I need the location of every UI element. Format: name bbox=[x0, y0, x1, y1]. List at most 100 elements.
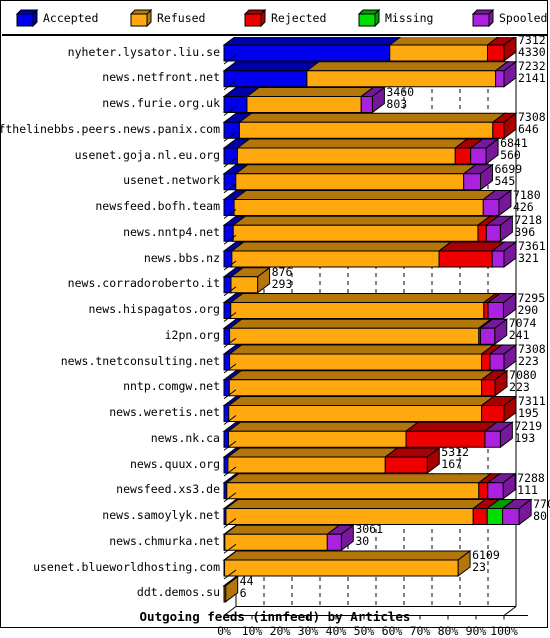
bar-segment-top bbox=[232, 190, 497, 200]
bar-segment-top bbox=[230, 241, 453, 252]
bar-value-secondary: 195 bbox=[518, 405, 539, 420]
bar-value-secondary: 426 bbox=[512, 199, 534, 214]
bar-segment-top bbox=[234, 164, 478, 175]
bar-row bbox=[222, 447, 441, 474]
bar-segment-refused bbox=[224, 533, 328, 551]
bar-segment-refused bbox=[229, 327, 480, 345]
bar-row bbox=[222, 112, 518, 140]
bar-row bbox=[222, 215, 514, 243]
bar-segment-top bbox=[305, 61, 510, 72]
bar-segment-spooled bbox=[485, 224, 501, 242]
bar-segment-spooled bbox=[487, 482, 504, 500]
bar-segment-top bbox=[224, 499, 487, 509]
bar-segment-rejected bbox=[483, 302, 489, 319]
chart-legend: Accepted Refused Rejected Missing Spooled bbox=[2, 2, 548, 36]
bar-value-secondary: 321 bbox=[518, 251, 539, 265]
bar-row bbox=[222, 472, 517, 500]
bar-segment-refused bbox=[228, 379, 483, 397]
bar-value-secondary: 646 bbox=[518, 122, 539, 137]
bar-value-secondary: 23 bbox=[472, 560, 486, 574]
bar-row bbox=[222, 86, 386, 114]
legend-label: Rejected bbox=[271, 11, 327, 25]
bar-segment-top bbox=[228, 344, 496, 355]
bar-segment-refused bbox=[232, 224, 479, 242]
bar-segment-top bbox=[227, 370, 496, 381]
bar-row bbox=[222, 395, 518, 423]
bar-segment-rejected bbox=[438, 250, 493, 268]
bar-segment-rejected bbox=[477, 224, 487, 242]
bar-segment-top bbox=[231, 215, 492, 226]
legend-label: Missing bbox=[385, 11, 434, 25]
bar-segment-accepted bbox=[223, 276, 232, 294]
chart-frame: Accepted Refused Rejected Missing Spooled ny… bbox=[0, 0, 550, 638]
bar-segment-missing bbox=[486, 508, 504, 525]
bar-segment-spooled bbox=[487, 302, 504, 319]
bar-row bbox=[222, 189, 513, 217]
bar-segment-top bbox=[225, 473, 493, 484]
bar-value-secondary: 2141 bbox=[518, 70, 546, 85]
bar-segment-accepted bbox=[223, 379, 230, 397]
bar-segment-top bbox=[222, 61, 321, 72]
bar-value-secondary: 4330 bbox=[518, 45, 546, 59]
bar-row bbox=[222, 241, 518, 268]
bar-segment-rejected bbox=[486, 44, 505, 62]
bar-segment-refused bbox=[226, 482, 480, 500]
bar-value-secondary: 223 bbox=[518, 354, 539, 368]
bar-segment-top bbox=[235, 138, 469, 149]
bar-value-secondary: 80 bbox=[533, 508, 547, 523]
legend-label: Refused bbox=[157, 11, 206, 25]
bar-row bbox=[222, 369, 509, 397]
cube-icon bbox=[472, 8, 494, 28]
bar-segment-refused bbox=[230, 276, 259, 294]
bar-segment-accepted bbox=[223, 430, 229, 448]
bar-value-secondary: 6 bbox=[239, 585, 247, 600]
bar-segment-rejected bbox=[481, 379, 496, 397]
bar-segment-spooled bbox=[463, 173, 481, 191]
bar-value-secondary: 30 bbox=[355, 534, 370, 549]
bar-segment-top bbox=[404, 421, 499, 432]
bar-segment-top bbox=[228, 318, 493, 329]
bar-segment-accepted bbox=[223, 96, 248, 113]
bar-segment-refused bbox=[224, 559, 459, 577]
bar-segment-accepted bbox=[223, 327, 231, 345]
bar-value-secondary: 290 bbox=[517, 302, 539, 317]
bar-segment-spooled bbox=[479, 327, 496, 345]
bar-segment-top bbox=[227, 396, 496, 406]
bar-segment-top bbox=[226, 447, 399, 458]
bar-row bbox=[222, 318, 509, 346]
x-axis-tick-label: 100% bbox=[490, 623, 518, 638]
bar-segment-rejected bbox=[481, 405, 505, 422]
bar-segment-refused bbox=[230, 302, 485, 319]
bar-value-secondary: 396 bbox=[514, 225, 536, 240]
bar-segment-spooled bbox=[502, 508, 520, 525]
bar-row bbox=[222, 344, 518, 371]
bar-segment-accepted bbox=[223, 405, 230, 422]
bar-segment-spooled bbox=[484, 430, 501, 448]
bar-value-secondary: 545 bbox=[494, 173, 516, 188]
bar-row bbox=[222, 60, 518, 88]
bar-row bbox=[222, 37, 517, 62]
legend-item-rejected: Rejected bbox=[244, 8, 326, 28]
bar-segment-spooled bbox=[360, 96, 373, 113]
bar-value-secondary: 293 bbox=[271, 276, 293, 291]
cube-icon bbox=[130, 8, 152, 28]
bar-segment-refused bbox=[246, 96, 362, 113]
bar-segment-spooled bbox=[491, 250, 505, 268]
bar-value-secondary: 241 bbox=[508, 328, 530, 343]
bar-row bbox=[222, 498, 533, 526]
bar-value-secondary: 167 bbox=[441, 457, 463, 471]
legend-item-accepted: Accepted bbox=[16, 8, 98, 28]
bar-segment-accepted bbox=[223, 353, 231, 371]
bar-segment-top bbox=[388, 37, 499, 46]
bar-value-secondary: 560 bbox=[500, 148, 521, 162]
bar-segment-refused bbox=[231, 250, 440, 268]
bar-segment-top bbox=[237, 112, 507, 123]
bar-segment-refused bbox=[238, 121, 494, 139]
cube-icon bbox=[358, 8, 380, 28]
bar-segment-rejected bbox=[454, 147, 472, 165]
bar-segment-refused bbox=[227, 430, 407, 448]
bar-segment-rejected bbox=[478, 482, 489, 500]
bar-segment-top bbox=[226, 421, 420, 432]
bar-segment-refused bbox=[228, 405, 483, 422]
bar-segment-refused bbox=[233, 199, 484, 216]
